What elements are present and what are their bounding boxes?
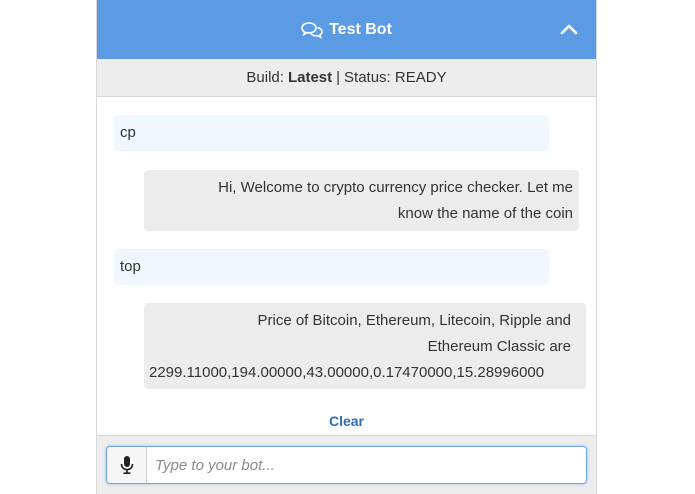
collapse-button[interactable] bbox=[558, 18, 580, 40]
message-text: cp bbox=[120, 124, 136, 141]
user-message: cp bbox=[114, 115, 549, 151]
message-text: top bbox=[120, 258, 141, 275]
bot-message: Hi, Welcome to crypto currency price che… bbox=[144, 170, 579, 231]
clear-button[interactable]: Clear bbox=[97, 413, 596, 429]
message-list: cp Hi, Welcome to crypto currency price … bbox=[97, 97, 596, 435]
header-title: Test Bot bbox=[329, 20, 392, 38]
bot-message: Price of Bitcoin, Ethereum, Litecoin, Ri… bbox=[144, 303, 586, 389]
microphone-button[interactable] bbox=[107, 447, 147, 483]
build-prefix: Build: bbox=[246, 69, 284, 86]
header-title-group: Test Bot bbox=[301, 21, 392, 39]
chat-panel: Test Bot Build: Latest | Status: READY c… bbox=[96, 0, 597, 494]
chat-header[interactable]: Test Bot bbox=[97, 0, 596, 59]
input-group bbox=[106, 446, 587, 484]
message-line: know the name of the coin bbox=[397, 205, 573, 222]
message-input[interactable] bbox=[147, 447, 586, 483]
status-separator: | bbox=[336, 69, 341, 86]
chat-bubbles-icon bbox=[301, 21, 323, 39]
message-line: Price of Bitcoin, Ethereum, Litecoin, Ri… bbox=[257, 312, 572, 329]
message-line: Hi, Welcome to crypto currency price che… bbox=[218, 179, 573, 196]
input-footer bbox=[97, 435, 596, 494]
chevron-up-icon bbox=[560, 24, 578, 35]
build-value: Latest bbox=[287, 69, 333, 86]
user-message: top bbox=[114, 249, 549, 285]
message-line: Ethereum Classic are bbox=[427, 338, 571, 355]
status-bar: Build: Latest | Status: READY bbox=[97, 59, 596, 97]
message-line: 2299.11000,194.00000,43.00000,0.17470000… bbox=[149, 364, 545, 381]
microphone-icon bbox=[120, 456, 133, 474]
status-text: Status: READY bbox=[344, 69, 447, 86]
